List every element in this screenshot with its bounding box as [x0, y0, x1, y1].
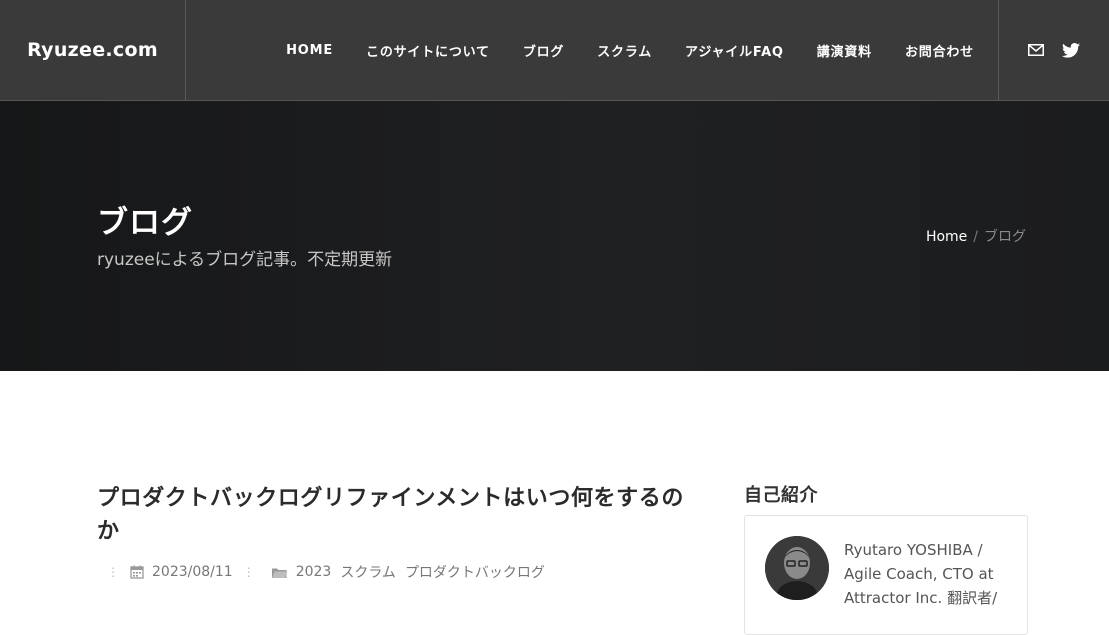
calendar-icon: [130, 565, 144, 579]
profile-card: Ryutaro YOSHIBA / Agile Coach, CTO at At…: [744, 515, 1028, 635]
breadcrumb-separator: /: [973, 229, 978, 245]
nav-item-home[interactable]: HOME: [286, 43, 333, 58]
sidebar-widget-title: 自己紹介: [744, 485, 818, 506]
meta-divider-icon: ⋮: [242, 565, 255, 579]
post-category-link[interactable]: スクラム: [340, 562, 396, 582]
nav-item-about[interactable]: このサイトについて: [366, 41, 490, 60]
post-category-link[interactable]: プロダクトバックログ: [405, 562, 545, 582]
nav-item-slides[interactable]: 講演資料: [817, 41, 872, 60]
nav-item-contact[interactable]: お問合わせ: [905, 41, 974, 60]
social-links: [998, 0, 1109, 100]
nav-item-blog[interactable]: ブログ: [523, 41, 564, 60]
post-meta: ⋮ 2023/08/11 ⋮ 2023 スクラム プロダクトバックログ: [97, 562, 554, 582]
nav-item-scrum[interactable]: スクラム: [597, 41, 652, 60]
breadcrumb-home-link[interactable]: Home: [926, 229, 967, 245]
breadcrumb-current: ブログ: [984, 229, 1026, 245]
post-title[interactable]: プロダクトバックログリファインメントはいつ何をするのか: [97, 482, 697, 548]
site-header: Ryuzee.com HOME このサイトについて ブログ スクラム アジャイル…: [0, 0, 1109, 101]
profile-bio: Ryutaro YOSHIBA / Agile Coach, CTO at At…: [844, 541, 998, 607]
site-logo[interactable]: Ryuzee.com: [0, 0, 186, 100]
post-date: 2023/08/11: [152, 564, 233, 580]
page-subtitle: ryuzeeによるブログ記事。不定期更新: [97, 250, 393, 270]
nav-item-agile-faq[interactable]: アジャイルFAQ: [685, 41, 784, 60]
folder-icon: [271, 566, 288, 579]
breadcrumb: Home / ブログ: [926, 226, 1026, 246]
post-category-link[interactable]: 2023: [296, 564, 332, 580]
meta-divider-icon: ⋮: [107, 565, 119, 579]
page-title: ブログ: [97, 205, 193, 241]
page-hero: ブログ ryuzeeによるブログ記事。不定期更新 Home / ブログ: [0, 101, 1109, 371]
twitter-icon[interactable]: [1062, 42, 1080, 58]
avatar: [765, 536, 829, 600]
main-nav: HOME このサイトについて ブログ スクラム アジャイルFAQ 講演資料 お問…: [187, 0, 998, 100]
mail-icon[interactable]: [1028, 44, 1044, 56]
